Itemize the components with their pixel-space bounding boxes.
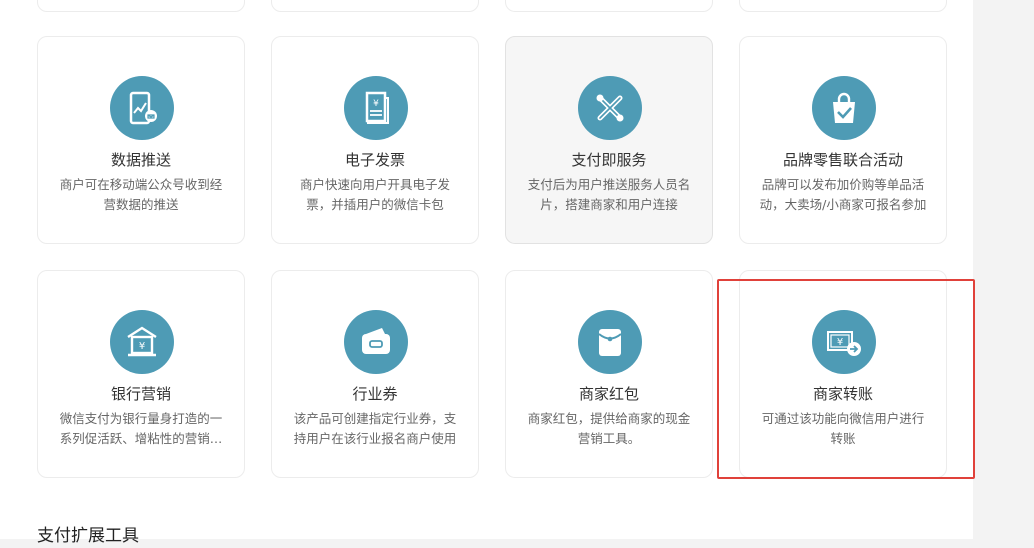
- card-partial[interactable]: [505, 0, 713, 12]
- card-red-packet[interactable]: 商家红包 商家红包，提供给商家的现金营销工具。: [505, 270, 713, 478]
- svg-text:¥: ¥: [837, 337, 843, 348]
- card-description: 商户可在移动端公众号收到经营数据的推送: [59, 177, 223, 212]
- invoice-icon: ¥: [344, 76, 408, 140]
- card-pay-service[interactable]: 支付即服务 支付后为用户推送服务人员名片，搭建商家和用户连接: [505, 36, 713, 244]
- card-title: 电子发票: [344, 151, 405, 169]
- card-title: 品牌零售联合活动: [782, 151, 903, 169]
- card-title: 商家转账: [812, 385, 873, 403]
- card-data-push[interactable]: 数据推送 商户可在移动端公众号收到经营数据的推送: [37, 36, 245, 244]
- card-description: 商户快速向用户开具电子发票，并插用户的微信卡包: [299, 177, 450, 212]
- wallet-coupon-icon: [344, 310, 408, 374]
- card-industry-coupon[interactable]: 行业券 该产品可创建指定行业券，支持用户在该行业报名商户使用: [271, 270, 479, 478]
- card-title: 行业券: [352, 385, 398, 403]
- card-description: 品牌可以发布加价购等单品活动，大卖场/小商家可报名参加: [759, 177, 927, 212]
- card-partial[interactable]: [739, 0, 947, 12]
- card-title: 数据推送: [110, 151, 171, 169]
- card-description: 可通过该功能向微信用户进行转账: [761, 411, 925, 446]
- phone-chart-icon: [110, 76, 174, 140]
- content-panel: 数据推送 商户可在移动端公众号收到经营数据的推送 ¥ 电子发票 商户快速向用户开…: [0, 0, 973, 546]
- card-e-invoice[interactable]: ¥ 电子发票 商户快速向用户开具电子发票，并插用户的微信卡包: [271, 36, 479, 244]
- service-link-icon: [578, 76, 642, 140]
- svg-text:¥: ¥: [373, 99, 379, 109]
- red-packet-icon: [578, 310, 642, 374]
- card-brand-retail[interactable]: 品牌零售联合活动 品牌可以发布加价购等单品活动，大卖场/小商家可报名参加: [739, 36, 947, 244]
- shopping-bag-icon: [812, 76, 876, 140]
- transfer-icon: ¥: [812, 310, 876, 374]
- card-description: 该产品可创建指定行业券，支持用户在该行业报名商户使用: [293, 411, 457, 446]
- card-bank-marketing[interactable]: ¥ 银行营销 微信支付为银行量身打造的一系列促活跃、增粘性的营销工具: [37, 270, 245, 478]
- card-partial[interactable]: [37, 0, 245, 12]
- card-title: 商家红包: [578, 385, 639, 403]
- section-title: 支付扩展工具: [37, 526, 139, 546]
- bank-icon: ¥: [110, 310, 174, 374]
- card-description: 支付后为用户推送服务人员名片，搭建商家和用户连接: [527, 177, 691, 212]
- svg-text:¥: ¥: [139, 341, 145, 352]
- card-merchant-transfer[interactable]: ¥ 商家转账 可通过该功能向微信用户进行转账: [739, 270, 947, 478]
- card-description: 微信支付为银行量身打造的一系列促活跃、增粘性的营销工具: [59, 411, 223, 446]
- card-description: 商家红包，提供给商家的现金营销工具。: [527, 411, 691, 446]
- card-title: 支付即服务: [571, 151, 647, 169]
- card-title: 银行营销: [110, 385, 171, 403]
- card-partial[interactable]: [271, 0, 479, 12]
